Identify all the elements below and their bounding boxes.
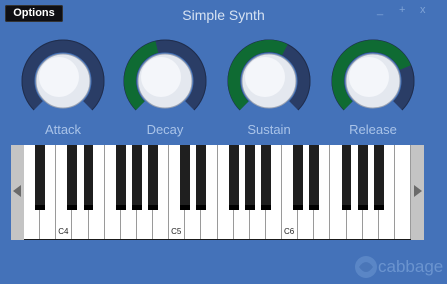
black-key[interactable] bbox=[131, 145, 142, 210]
maximize-button[interactable]: + bbox=[399, 4, 405, 16]
keyboard-scroll-left[interactable] bbox=[11, 145, 24, 240]
black-key[interactable] bbox=[67, 145, 78, 210]
cabbage-wordmark: cabbage bbox=[378, 257, 444, 276]
sustain-label: Sustain bbox=[247, 122, 291, 137]
black-key[interactable] bbox=[341, 145, 352, 210]
black-key[interactable] bbox=[244, 145, 255, 210]
black-key[interactable] bbox=[357, 145, 368, 210]
piano-keyboard[interactable]: C4 C5 C6 bbox=[11, 145, 424, 240]
black-key[interactable] bbox=[115, 145, 126, 210]
black-key[interactable] bbox=[260, 145, 271, 210]
minimize-button[interactable]: _ bbox=[377, 4, 383, 16]
black-key[interactable] bbox=[373, 145, 384, 210]
white-key[interactable] bbox=[394, 145, 411, 239]
black-key[interactable] bbox=[180, 145, 191, 210]
decay-knob[interactable] bbox=[122, 38, 208, 124]
knob-highlight bbox=[349, 57, 389, 97]
black-key[interactable] bbox=[148, 145, 158, 210]
piano-keys[interactable]: C4 C5 C6 bbox=[24, 145, 411, 240]
arrow-left-icon bbox=[13, 185, 21, 197]
black-key[interactable] bbox=[309, 145, 320, 210]
decay-label: Decay bbox=[146, 122, 184, 137]
attack-knob[interactable] bbox=[20, 38, 106, 124]
knob-highlight bbox=[39, 57, 79, 97]
close-button[interactable]: x bbox=[420, 4, 426, 16]
note-label: C6 bbox=[284, 227, 295, 236]
black-key[interactable] bbox=[35, 145, 46, 210]
black-key[interactable] bbox=[196, 145, 207, 210]
black-key[interactable] bbox=[293, 145, 304, 210]
attack-label: Attack bbox=[44, 122, 82, 137]
black-key[interactable] bbox=[83, 145, 94, 210]
note-label: C4 bbox=[58, 227, 69, 236]
knob-highlight bbox=[141, 57, 181, 97]
release-label: Release bbox=[349, 122, 397, 137]
sustain-knob[interactable] bbox=[226, 38, 312, 124]
keyboard-scroll-right[interactable] bbox=[411, 145, 424, 240]
knob-highlight bbox=[245, 57, 285, 97]
black-key[interactable] bbox=[228, 145, 239, 210]
note-label: C5 bbox=[171, 227, 182, 236]
release-knob[interactable] bbox=[330, 38, 416, 124]
arrow-right-icon bbox=[414, 185, 422, 197]
synth-window: Options Simple Synth _ + x Attack Decay … bbox=[0, 0, 447, 284]
